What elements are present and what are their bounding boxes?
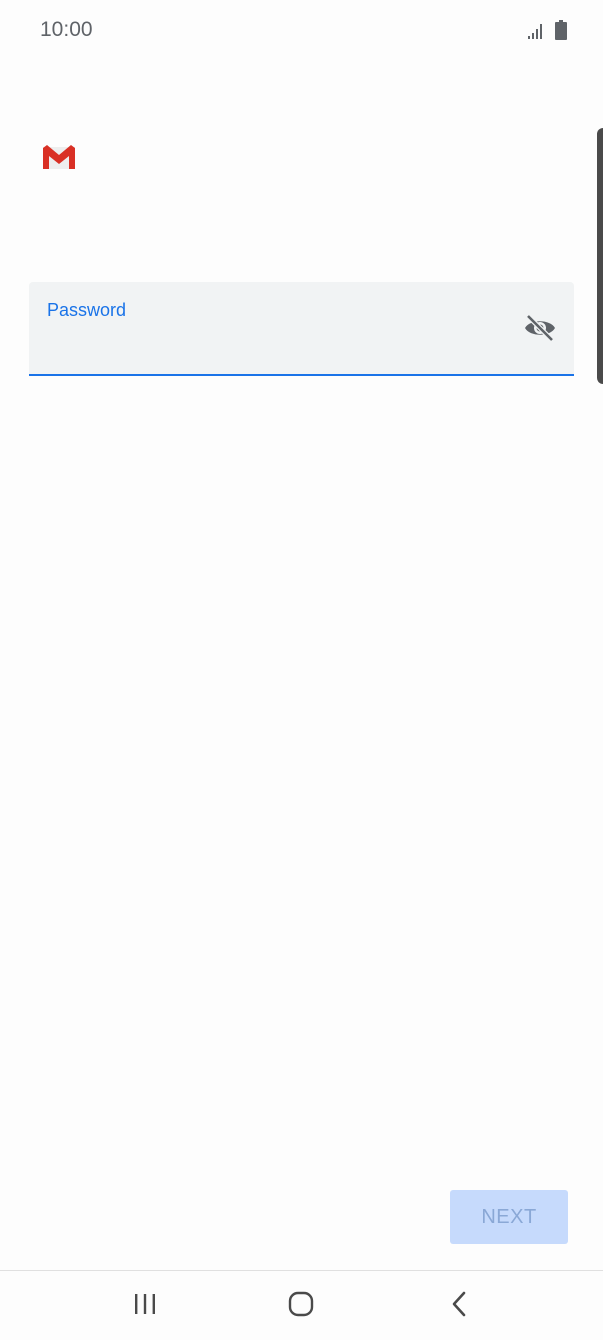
signal-icon — [527, 22, 545, 45]
password-input[interactable] — [47, 328, 517, 358]
gmail-logo — [41, 143, 77, 171]
back-icon — [449, 1291, 469, 1322]
status-bar: 10:00 — [0, 0, 603, 60]
home-button[interactable] — [277, 1289, 325, 1323]
visibility-off-icon — [523, 313, 557, 348]
battery-icon — [555, 20, 567, 45]
home-icon — [288, 1291, 314, 1322]
navigation-bar — [0, 1270, 603, 1340]
next-button[interactable]: NEXT — [450, 1190, 568, 1244]
toggle-password-visibility-button[interactable] — [522, 312, 558, 348]
status-icons — [527, 20, 567, 45]
back-button[interactable] — [435, 1289, 483, 1323]
edge-panel-handle[interactable] — [597, 128, 603, 384]
login-screen: 10:00 Password NEXT — [0, 0, 603, 1340]
status-time: 10:00 — [40, 18, 93, 41]
recent-apps-icon — [133, 1292, 157, 1321]
password-label: Password — [47, 300, 127, 320]
password-field[interactable]: Password — [29, 282, 574, 376]
recent-apps-button[interactable] — [121, 1289, 169, 1323]
